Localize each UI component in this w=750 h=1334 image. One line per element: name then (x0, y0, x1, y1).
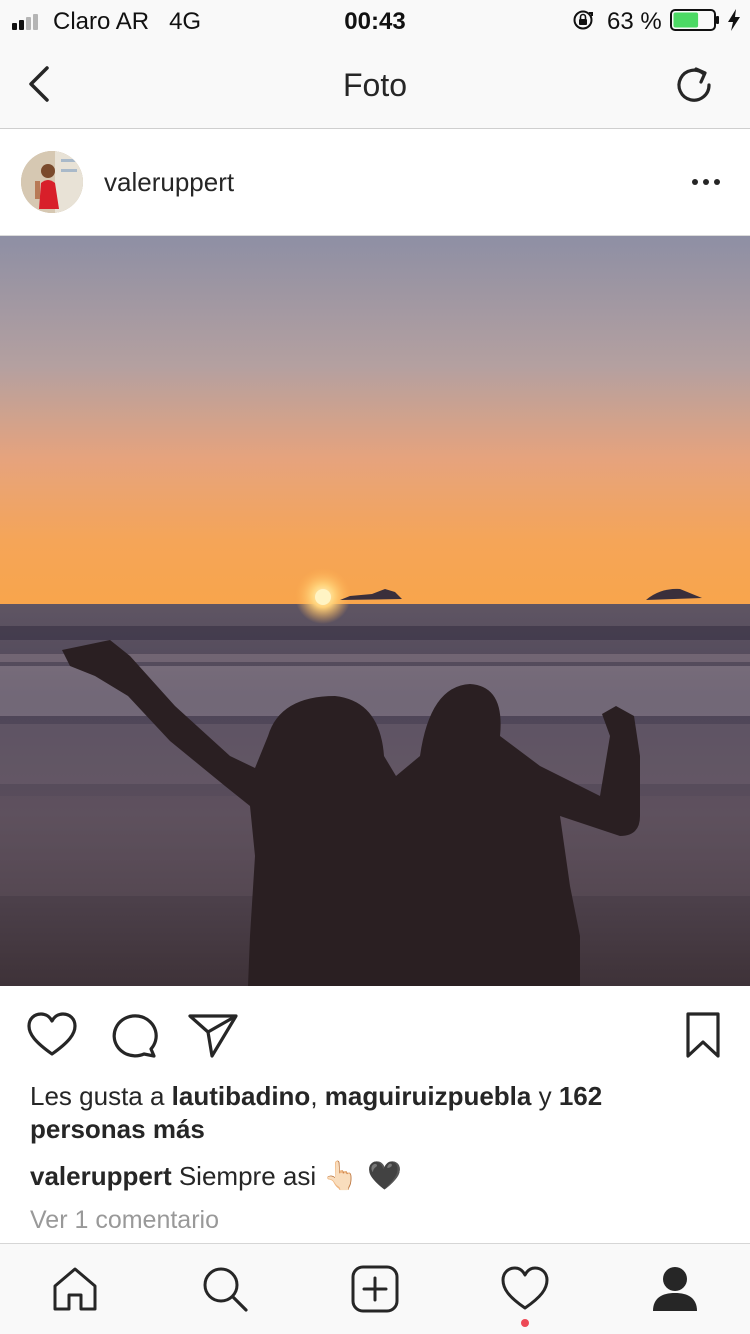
like-heart-icon[interactable] (25, 1010, 79, 1060)
post-photo[interactable] (0, 236, 750, 986)
caption-text: Siempre asi (178, 1161, 317, 1191)
post-actions (0, 986, 750, 1082)
profile-icon[interactable] (650, 1264, 700, 1314)
notification-dot (521, 1319, 529, 1327)
page-title: Foto (342, 67, 408, 103)
more-options-icon[interactable] (690, 172, 722, 192)
view-comments-link[interactable]: Ver 1 comentario (30, 1206, 219, 1235)
status-bar: Claro AR 4G 00:43 63 % (0, 0, 750, 40)
save-bookmark-icon[interactable] (676, 1010, 730, 1060)
liker-link[interactable]: lautibadino (172, 1081, 311, 1111)
rotation-lock-icon (573, 10, 593, 30)
battery-icon (670, 9, 719, 31)
post-caption: valeruppert Siempre asi 👆🏻 🖤 (30, 1158, 720, 1194)
activity-heart-icon[interactable] (500, 1264, 550, 1314)
caption-username[interactable]: valeruppert (30, 1161, 172, 1191)
post-header: valeruppert (0, 130, 750, 236)
new-post-icon[interactable] (350, 1264, 400, 1314)
caption-emoji: 👆🏻 🖤 (323, 1159, 402, 1192)
liker-link[interactable]: maguiruizpuebla (325, 1081, 532, 1111)
charging-bolt-icon (728, 9, 740, 31)
refresh-icon[interactable] (674, 62, 714, 106)
search-icon[interactable] (200, 1264, 250, 1314)
battery-percent: 63 % (607, 8, 662, 35)
post-username[interactable]: valeruppert (104, 167, 234, 198)
likes-summary: Les gusta a lautibadino, maguiruizpuebla… (30, 1081, 603, 1144)
comment-icon[interactable] (106, 1010, 160, 1060)
nav-header: Foto (0, 40, 750, 129)
share-paper-plane-icon[interactable] (186, 1010, 240, 1060)
home-icon[interactable] (50, 1264, 100, 1314)
tab-bar (0, 1243, 750, 1334)
avatar[interactable] (21, 151, 83, 213)
